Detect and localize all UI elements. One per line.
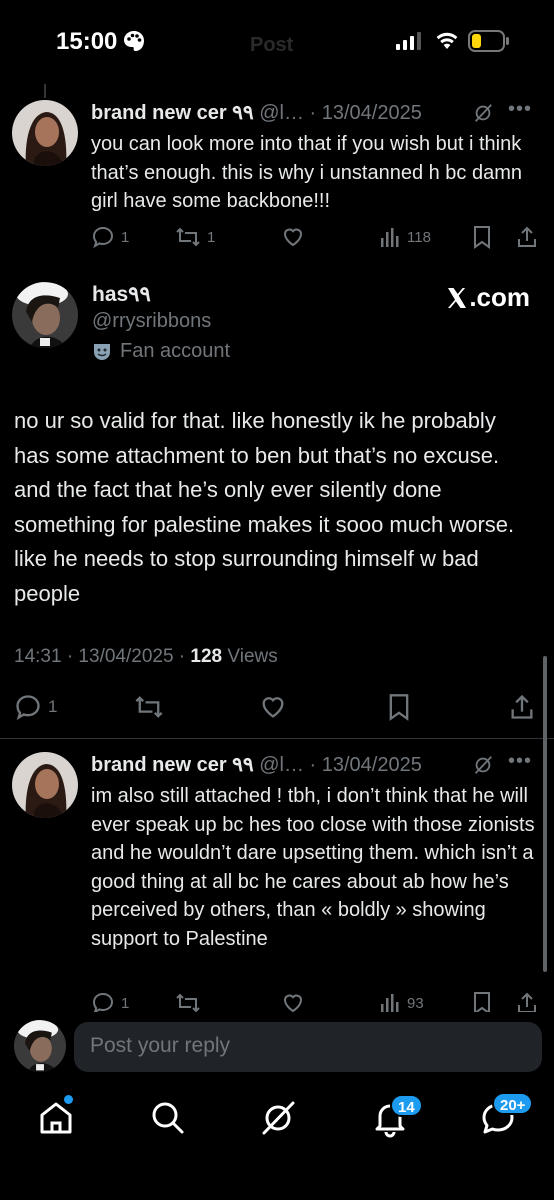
tab-notifications[interactable]: 14: [370, 1094, 423, 1138]
display-name[interactable]: brand new cer ٩٩: [91, 102, 254, 124]
post-timestamp[interactable]: 14:31 · 13/04/2025 ·: [14, 646, 190, 667]
share-button[interactable]: [515, 224, 539, 250]
post-date: · 13/04/2025: [309, 102, 422, 124]
status-time: 15:00: [56, 28, 118, 55]
grok-icon: [262, 1101, 295, 1135]
like-button[interactable]: [259, 692, 287, 722]
repost-button[interactable]: [134, 692, 164, 722]
reply-count: 1: [48, 697, 58, 716]
like-button[interactable]: [281, 224, 305, 250]
repost-count: 1: [207, 228, 216, 246]
status-bar: 15:00 Post: [0, 0, 554, 84]
scrollbar[interactable]: [543, 656, 547, 972]
main-display-name[interactable]: has٩٩: [92, 282, 151, 307]
tab-messages[interactable]: 20+: [478, 1092, 534, 1138]
tab-search[interactable]: [148, 1098, 188, 1138]
heart-icon: [262, 697, 284, 718]
view-count: 93: [407, 994, 424, 1012]
x-logo-icon: [448, 287, 467, 308]
display-name[interactable]: brand new cer ٩٩: [91, 754, 254, 776]
repost-icon: [135, 696, 163, 718]
cellular-signal-icon: [396, 32, 421, 50]
grok-icon[interactable]: [472, 102, 494, 124]
main-post-avatar[interactable]: [12, 282, 78, 348]
messages-badge: 20+: [492, 1092, 534, 1115]
reply-icon: [16, 695, 40, 721]
main-post-text: no ur so valid for that. like honestly i…: [14, 408, 515, 606]
post-text: im also still attached ! tbh, i don’t th…: [91, 785, 535, 950]
analytics-icon: [381, 994, 399, 1013]
reply-button[interactable]: 1: [91, 224, 129, 250]
views-label: Views: [222, 646, 278, 667]
share-button[interactable]: [508, 692, 536, 722]
view-count: 118: [407, 228, 431, 246]
grok-icon[interactable]: [472, 754, 494, 776]
reply-header: brand new cer ٩٩ @l… · 13/04/2025 •••: [91, 750, 534, 780]
handle[interactable]: @l…: [259, 754, 304, 776]
reply-button[interactable]: 1: [14, 692, 57, 722]
share-icon: [518, 226, 536, 247]
analytics-icon: [381, 228, 399, 247]
tab-home[interactable]: [36, 1095, 76, 1138]
composer-avatar[interactable]: [14, 1020, 66, 1072]
share-icon: [511, 694, 533, 719]
reply-header: brand new cer ٩٩ @l… · 13/04/2025 •••: [91, 98, 534, 128]
notifications-badge: 14: [390, 1094, 423, 1117]
palette-icon: [124, 31, 144, 51]
main-action-bar: 1: [14, 692, 540, 722]
repost-button[interactable]: 1: [175, 224, 215, 250]
home-icon: [40, 1102, 72, 1134]
theater-mask-icon: [94, 343, 110, 360]
x-watermark-text: .com: [469, 282, 530, 312]
fan-account-label: Fan account: [92, 340, 230, 363]
avatar[interactable]: [12, 100, 78, 166]
home-notification-dot: [64, 1095, 73, 1104]
reply-icon: [92, 226, 114, 249]
battery-icon: [468, 30, 509, 52]
avatar[interactable]: [12, 752, 78, 818]
search-icon: [152, 1102, 184, 1134]
x-watermark: .com: [445, 282, 530, 313]
more-options-icon[interactable]: •••: [508, 98, 532, 121]
repost-icon: [176, 227, 200, 247]
main-handle[interactable]: @rrysribbons: [92, 310, 211, 333]
heart-icon: [283, 228, 303, 247]
bookmark-icon: [389, 694, 409, 721]
reply-composer: Post your reply: [0, 1012, 554, 1084]
action-bar: 1 1 118: [91, 224, 541, 250]
post-meta: 14:31 · 13/04/2025 · 128 Views: [14, 646, 278, 668]
bookmark-button[interactable]: [471, 224, 493, 250]
tab-grok[interactable]: [258, 1098, 298, 1138]
wifi-icon: [436, 32, 458, 49]
views-button[interactable]: 118: [379, 224, 431, 250]
reply-input[interactable]: Post your reply: [74, 1022, 542, 1072]
bottom-tab-bar: 14 20+: [0, 1084, 554, 1200]
divider: [0, 738, 554, 739]
reply-count: 1: [121, 994, 130, 1012]
thread-connector: [44, 84, 46, 98]
post-date: · 13/04/2025: [309, 754, 422, 776]
handle[interactable]: @l…: [259, 102, 304, 124]
bookmark-icon: [474, 226, 490, 249]
reply-count: 1: [121, 228, 130, 246]
header-title: Post: [250, 34, 294, 56]
view-count[interactable]: 128: [190, 646, 222, 667]
post-text: you can look more into that if you wish …: [91, 133, 523, 212]
bookmark-button[interactable]: [386, 692, 412, 722]
fan-account-text: Fan account: [120, 340, 231, 362]
more-options-icon[interactable]: •••: [508, 750, 532, 773]
